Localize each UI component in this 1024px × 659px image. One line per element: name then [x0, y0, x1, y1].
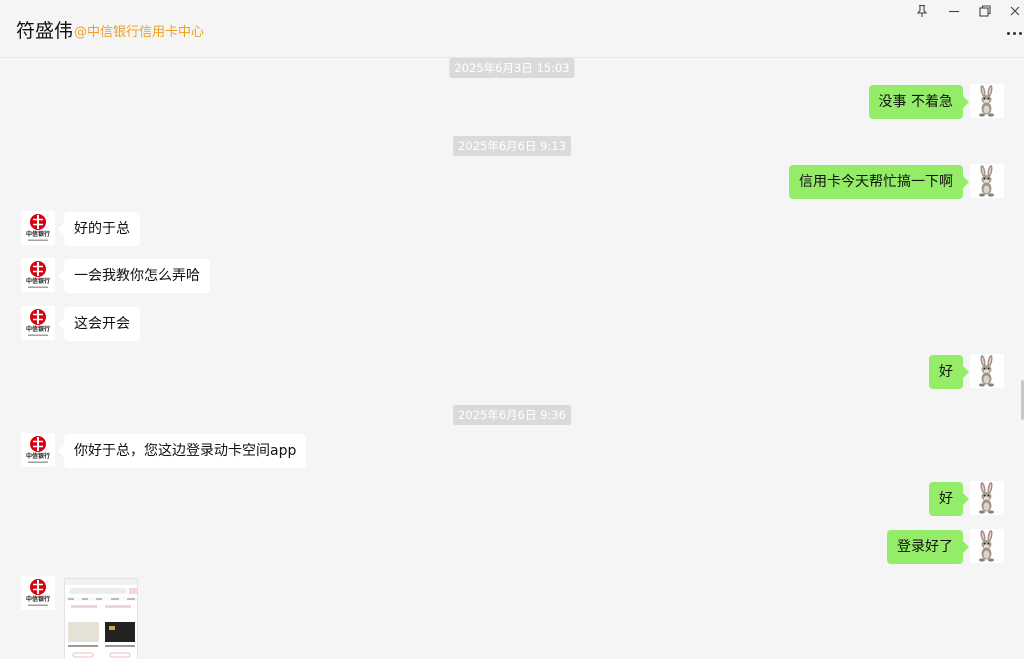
message-bubble-sent[interactable]: 没事 不着急 — [868, 85, 970, 119]
contact-name[interactable]: 符盛伟 — [16, 16, 73, 43]
more-options-icon[interactable] — [1004, 24, 1024, 42]
pin-icon[interactable] — [913, 2, 931, 20]
bank-logo-text: 中信银行 — [25, 453, 50, 460]
bank-avatar[interactable]: 中信银行 — [21, 258, 55, 292]
contact-org-label: @中信银行信用卡中心 — [74, 25, 205, 40]
my-avatar[interactable] — [970, 354, 1004, 388]
my-avatar[interactable] — [970, 84, 1004, 118]
bank-avatar[interactable]: 中信银行 — [21, 576, 55, 610]
bank-avatar[interactable]: 中信银行 — [21, 433, 55, 467]
message-row: 中信银行 这会开会 — [0, 306, 1024, 342]
message-bubble-received[interactable]: 你好于总，您这边登录动卡空间app — [57, 434, 307, 468]
message-bubble-sent[interactable]: 好 — [929, 355, 969, 389]
bank-logo-text: 中信银行 — [25, 326, 50, 333]
message-bubble-received[interactable]: 这会开会 — [58, 307, 140, 341]
message-row: 信用卡今天帮忙搞一下啊 — [0, 164, 1024, 200]
message-row: 登录好了 — [0, 529, 1024, 565]
message-row: 中信银行 — [0, 576, 1024, 612]
message-row: 好 — [0, 481, 1024, 517]
timestamp: 2025年6月3日 15:03 — [449, 58, 575, 78]
minimize-icon[interactable] — [945, 2, 963, 20]
my-avatar[interactable] — [970, 529, 1004, 563]
bank-logo-text: 中信银行 — [25, 231, 50, 238]
bank-logo-text: 中信银行 — [25, 596, 50, 603]
chat-header: 符盛伟 @中信银行信用卡中心 — [0, 0, 1024, 58]
message-row: 没事 不着急 — [0, 84, 1024, 120]
my-avatar[interactable] — [970, 164, 1004, 198]
message-bubble-received[interactable]: 一会我教你怎么弄哈 — [58, 259, 210, 293]
bank-avatar[interactable]: 中信银行 — [21, 211, 55, 245]
message-bubble-sent[interactable]: 登录好了 — [887, 530, 969, 564]
message-row: 中信银行 你好于总，您这边登录动卡空间app — [0, 433, 1024, 469]
message-row: 中信银行 好的于总 — [0, 211, 1024, 247]
bank-avatar[interactable]: 中信银行 — [21, 306, 55, 340]
timestamp: 2025年6月6日 9:13 — [453, 136, 571, 156]
message-bubble-received[interactable]: 好的于总 — [58, 212, 140, 246]
message-list[interactable]: 2025年6月3日 15:03 没事 不着急 2025年6月6日 9:13 信用… — [0, 58, 1024, 659]
close-icon[interactable] — [1006, 2, 1024, 20]
restore-icon[interactable] — [976, 2, 994, 20]
message-row: 好 — [0, 354, 1024, 390]
message-bubble-sent[interactable]: 信用卡今天帮忙搞一下啊 — [789, 165, 969, 199]
message-row: 中信银行 一会我教你怎么弄哈 — [0, 258, 1024, 294]
image-message-thumbnail[interactable] — [64, 578, 138, 659]
bank-logo-text: 中信银行 — [25, 278, 50, 285]
message-bubble-sent[interactable]: 好 — [929, 482, 969, 516]
timestamp: 2025年6月6日 9:36 — [453, 405, 571, 425]
my-avatar[interactable] — [970, 481, 1004, 515]
